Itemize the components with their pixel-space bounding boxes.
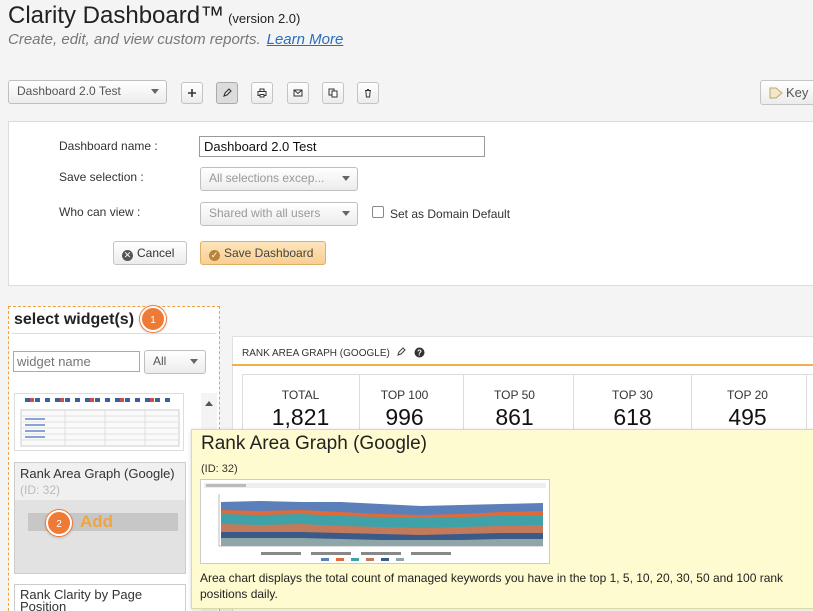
stat-label: TOTAL: [281, 388, 320, 402]
step-badge-2: 2: [46, 510, 72, 536]
who-can-view-label: Who can view :: [59, 205, 141, 219]
widget-card-title: Rank Area Graph (Google): [20, 466, 175, 481]
add-widget-button[interactable]: Add: [80, 512, 113, 532]
save-selection-value: All selections excep...: [209, 171, 325, 185]
widget-filter-value: All: [153, 354, 167, 368]
popover-title: Rank Area Graph (Google): [201, 433, 428, 454]
popover-description: Area chart displays the total count of m…: [200, 571, 784, 601]
widget-thumbnail-table[interactable]: [14, 393, 184, 451]
pencil-icon[interactable]: [396, 347, 406, 357]
subtitle: Create, edit, and view custom reports. Le…: [8, 31, 343, 48]
close-icon: ✕: [122, 250, 133, 261]
dashboard-name-label: Dashboard name :: [59, 139, 158, 153]
pencil-icon: [223, 88, 232, 97]
stat-label: TOP 20: [727, 388, 768, 402]
print-icon: [257, 88, 267, 98]
cancel-button-label: Cancel: [137, 246, 175, 260]
save-dashboard-button[interactable]: ✓ Save Dashboard: [200, 241, 326, 265]
save-selection-label: Save selection :: [59, 170, 144, 184]
stat-label: TOP 50: [494, 388, 535, 402]
chevron-down-icon: [190, 359, 198, 364]
scroll-up-arrow-icon[interactable]: [205, 401, 213, 406]
version-label: (version 2.0): [228, 11, 301, 26]
mail-icon: [293, 89, 303, 97]
dashboard-select-value: Dashboard 2.0 Test: [17, 84, 121, 98]
area-chart-thumbnail: [201, 480, 549, 563]
widget-panel-title: select widget(s): [14, 311, 135, 328]
subtitle-text: Create, edit, and view custom reports.: [8, 31, 261, 48]
stat-value: 996: [385, 404, 424, 430]
svg-text:?: ?: [417, 349, 422, 358]
edit-dashboard-button[interactable]: [216, 82, 238, 104]
save-dashboard-label: Save Dashboard: [224, 246, 314, 260]
save-selection-select[interactable]: All selections excep...: [200, 167, 358, 191]
who-can-view-value: Shared with all users: [209, 206, 321, 220]
stat-value: 495: [728, 404, 767, 430]
help-icon[interactable]: ?: [414, 347, 425, 358]
popover-preview-image: [200, 479, 550, 564]
stat-label: TOP 30: [612, 388, 653, 402]
check-icon: ✓: [209, 250, 220, 261]
stat-value: 861: [495, 404, 534, 430]
cancel-button[interactable]: ✕ Cancel: [113, 241, 187, 265]
chevron-down-icon: [342, 176, 350, 181]
keywords-button-label: Key: [786, 85, 809, 100]
domain-default-checkbox[interactable]: [372, 206, 384, 218]
widget-card-id: (ID: 32): [20, 483, 61, 497]
app-title-text: Clarity Dashboard™: [8, 2, 225, 29]
app-title: Clarity Dashboard™ (version 2.0): [8, 2, 300, 30]
dashboard-select[interactable]: Dashboard 2.0 Test: [8, 80, 167, 104]
popover-id: (ID: 32): [201, 463, 238, 475]
delete-button[interactable]: [357, 82, 379, 104]
plus-icon: [188, 89, 196, 97]
print-button[interactable]: [251, 82, 273, 104]
widget-search-input[interactable]: [13, 351, 140, 372]
add-dashboard-button[interactable]: [181, 82, 203, 104]
stat-value: 1,821: [271, 404, 330, 430]
widget-filter-select[interactable]: All: [144, 350, 206, 374]
widget-card-preview: [15, 500, 185, 573]
stat-value: 618: [613, 404, 652, 430]
graph-title-text: RANK AREA GRAPH (GOOGLE): [242, 348, 390, 359]
who-can-view-select[interactable]: Shared with all users: [200, 202, 358, 226]
email-button[interactable]: [287, 82, 309, 104]
chevron-down-icon: [151, 89, 159, 94]
dashboard-name-input[interactable]: [199, 136, 485, 157]
copy-icon: [328, 88, 338, 98]
step-badge-1: 1: [140, 306, 166, 332]
keywords-button[interactable]: Key: [760, 80, 813, 105]
divider: [12, 333, 216, 334]
table-thumbnail-image: [20, 398, 180, 447]
trash-icon: [365, 89, 371, 98]
chevron-down-icon: [342, 211, 350, 216]
widget-card2-title: Rank Clarity by Page Position: [20, 587, 143, 611]
learn-more-link[interactable]: Learn More: [267, 31, 344, 48]
stat-label: TOP 100: [380, 388, 429, 402]
graph-title: RANK AREA GRAPH (GOOGLE) ?: [242, 347, 425, 359]
tag-icon: [769, 87, 783, 99]
copy-button[interactable]: [322, 82, 344, 104]
domain-default-label: Set as Domain Default: [390, 207, 511, 221]
